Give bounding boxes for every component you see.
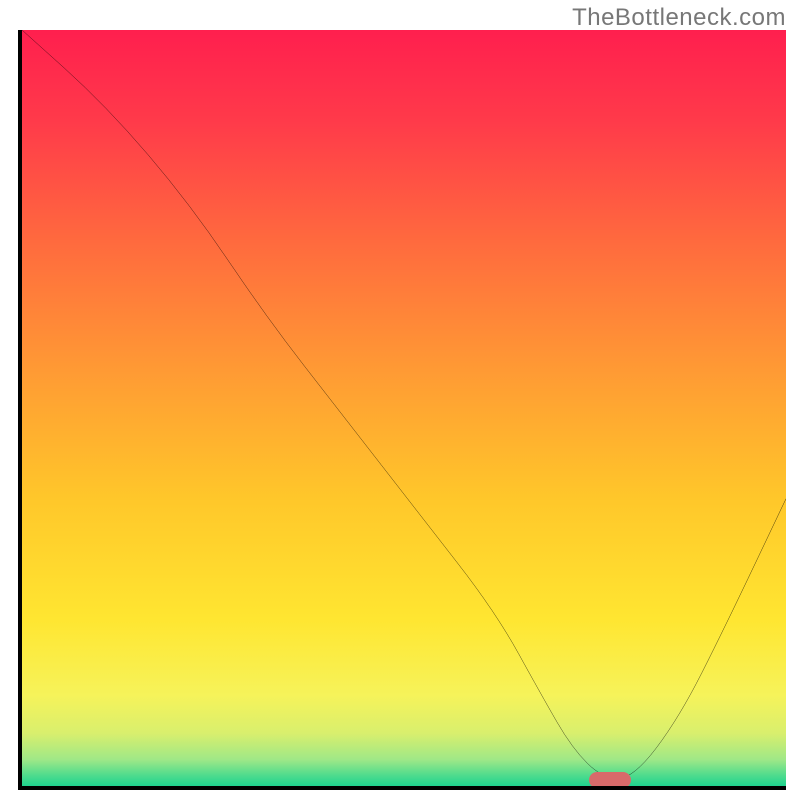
bottleneck-curve [22,30,786,786]
chart-container: TheBottleneck.com [0,0,800,800]
optimal-point-marker [589,772,631,787]
plot-area [18,30,786,790]
watermark-text: TheBottleneck.com [572,4,786,32]
